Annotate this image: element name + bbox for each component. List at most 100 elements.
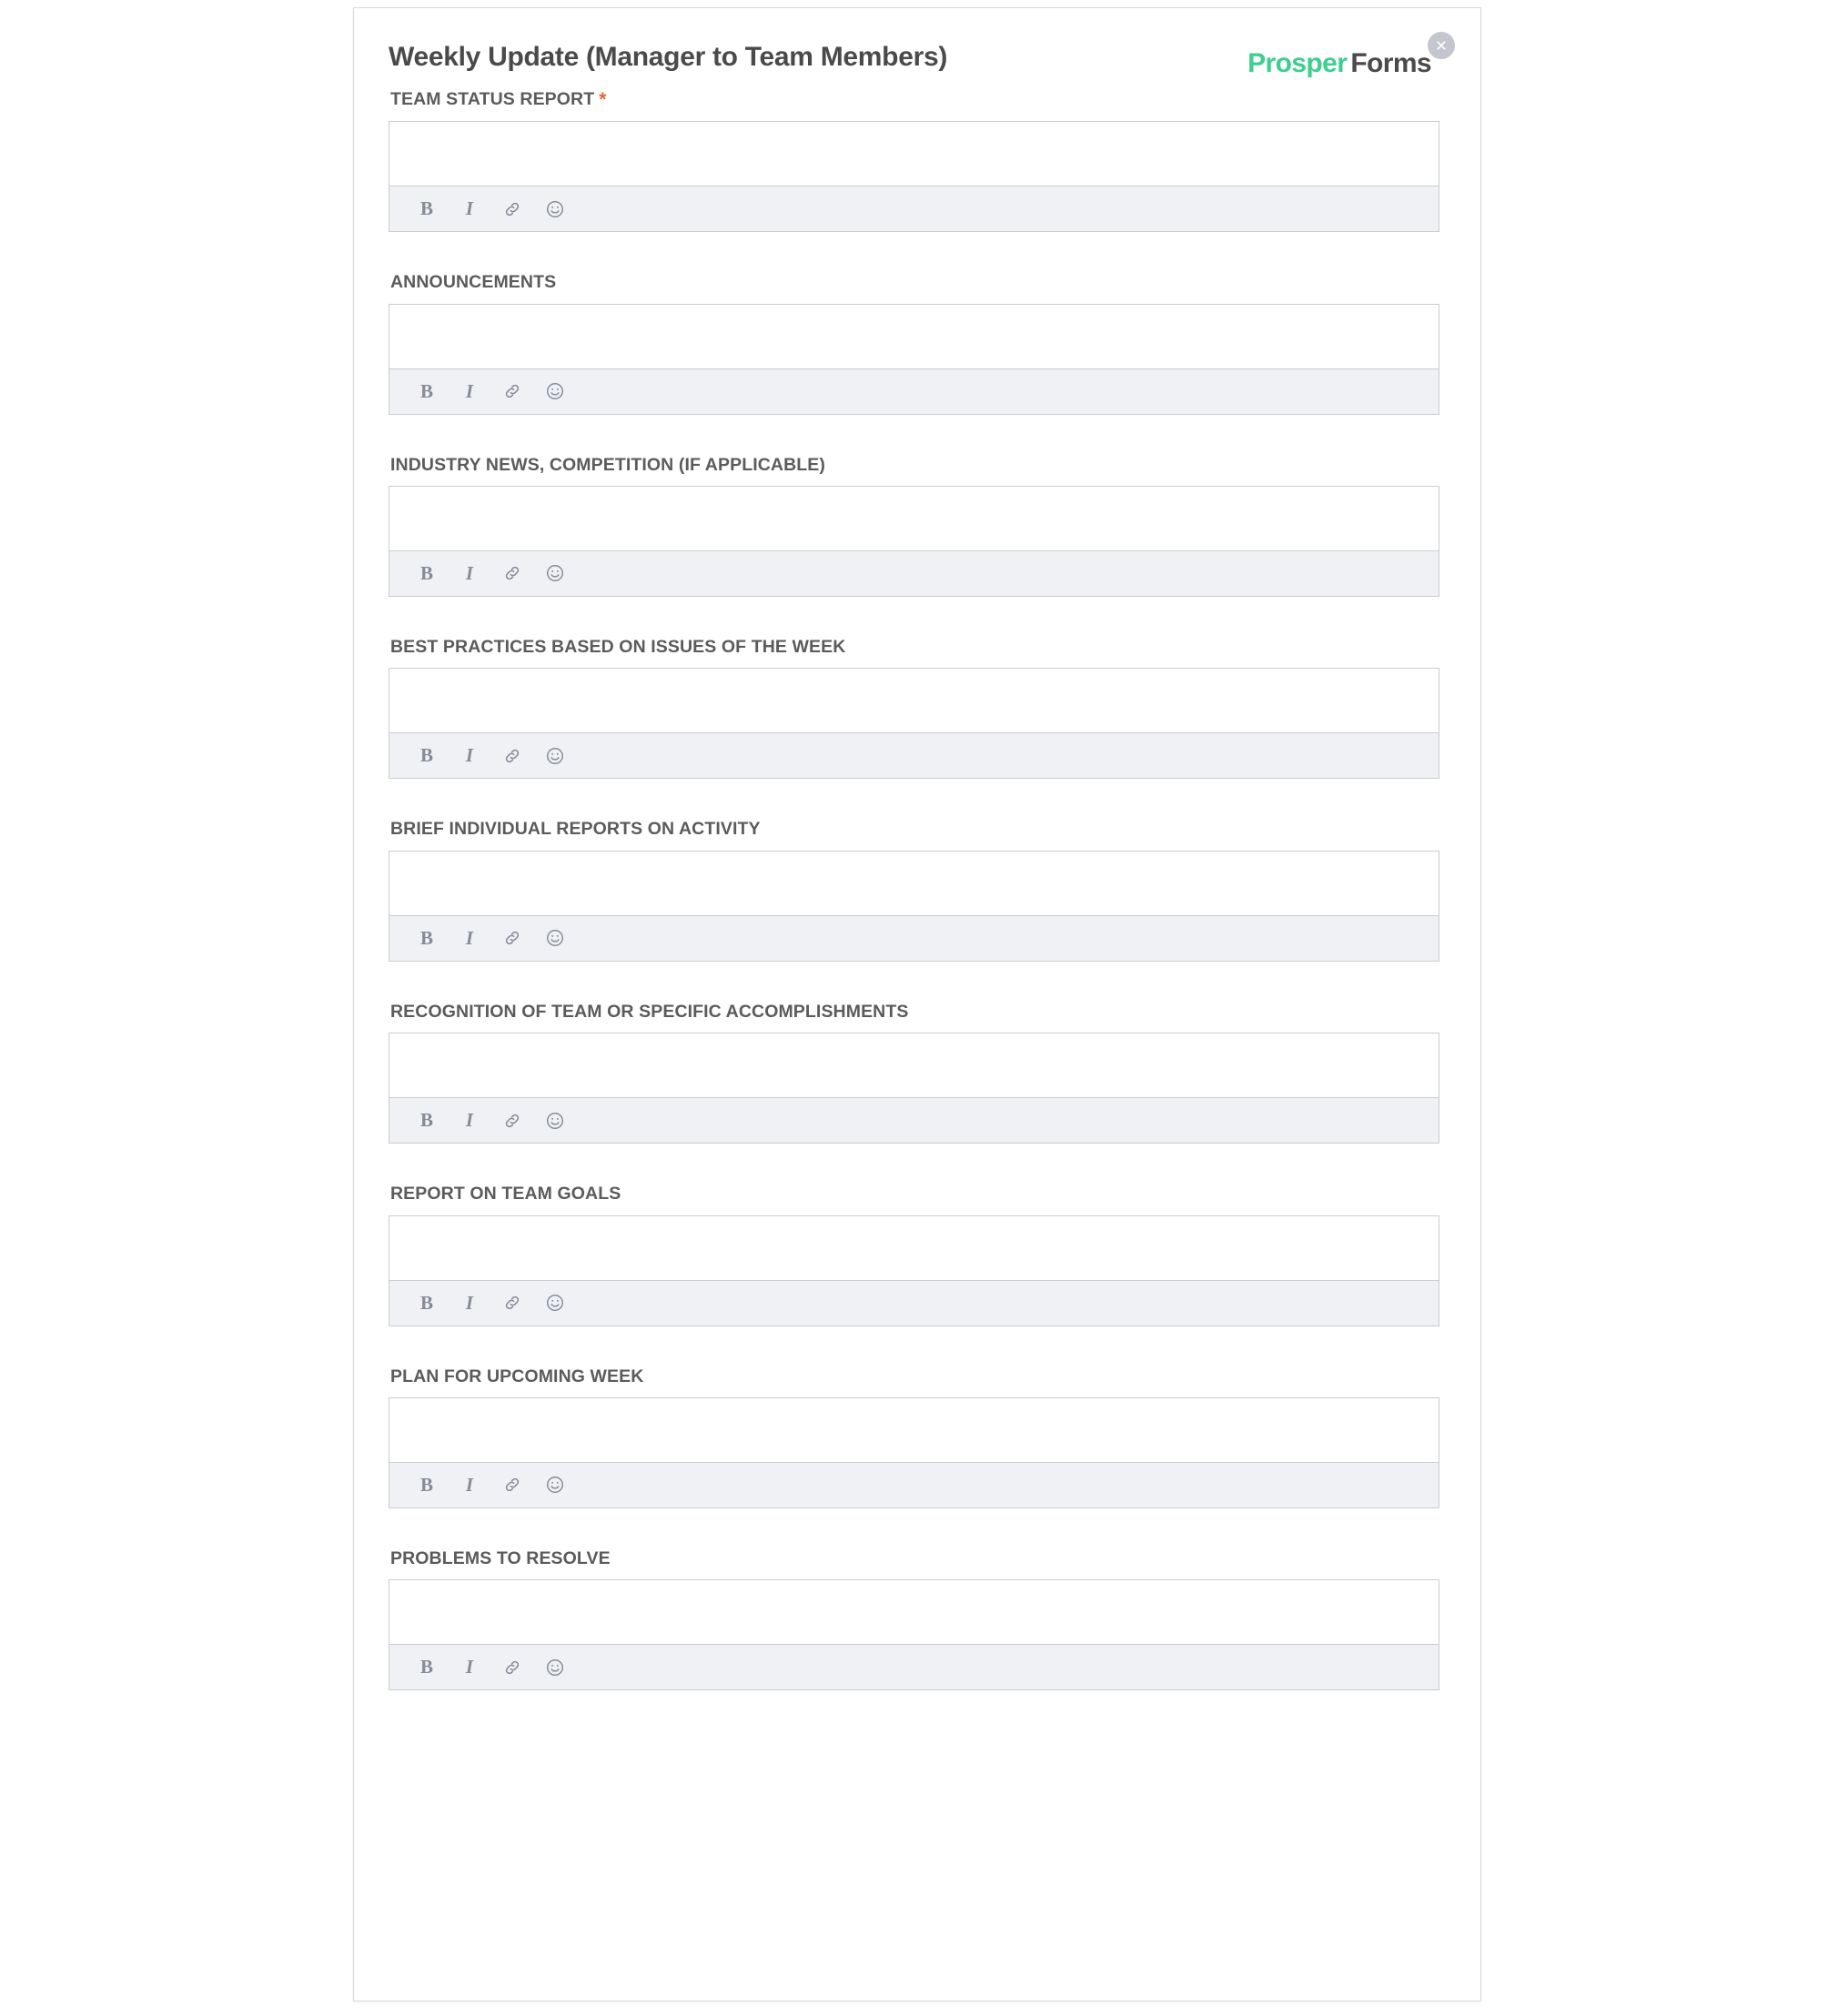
field-label: PROBLEMS TO RESOLVE [390, 1548, 1451, 1569]
editor-toolbar: B I [389, 186, 1439, 232]
field-label: PLAN FOR UPCOMING WEEK [390, 1366, 1451, 1387]
field-block: INDUSTRY NEWS, COMPETITION (IF APPLICABL… [389, 455, 1451, 597]
italic-button[interactable]: I [458, 379, 481, 403]
field-label-text: BEST PRACTICES BASED ON ISSUES OF THE WE… [390, 636, 846, 657]
page-root: Weekly Update (Manager to Team Members) … [0, 0, 1828, 2016]
field-block: RECOGNITION OF TEAM OR SPECIFIC ACCOMPLI… [389, 1002, 1451, 1144]
field-label-text: PROBLEMS TO RESOLVE [390, 1547, 611, 1568]
link-button[interactable] [500, 1473, 524, 1497]
editor-input[interactable] [389, 1215, 1439, 1280]
bold-button[interactable]: B [415, 1109, 439, 1133]
emoji-button[interactable] [543, 1473, 567, 1497]
field-block: PLAN FOR UPCOMING WEEK B I [389, 1366, 1451, 1508]
emoji-button[interactable] [543, 926, 567, 950]
fields-container: TEAM STATUS REPORT * B I ANNOUNCEMENTS B… [389, 88, 1451, 1691]
field-label-text: ANNOUNCEMENTS [390, 272, 557, 293]
italic-button[interactable]: I [458, 1656, 481, 1679]
field-label: REPORT ON TEAM GOALS [390, 1184, 1451, 1205]
editor-toolbar: B I [389, 549, 1439, 596]
italic-button[interactable]: I [458, 1473, 481, 1497]
logo-forms-text: Forms [1350, 48, 1431, 78]
rich-text-editor: B I [389, 485, 1439, 597]
emoji-icon [547, 1295, 563, 1312]
emoji-button[interactable] [543, 197, 567, 221]
emoji-icon [547, 930, 563, 947]
field-block: BEST PRACTICES BASED ON ISSUES OF THE WE… [389, 636, 1451, 780]
rich-text-editor: B I [389, 121, 1439, 233]
bold-button[interactable]: B [415, 379, 439, 403]
italic-button[interactable]: I [458, 1109, 481, 1133]
emoji-icon [547, 383, 563, 400]
close-icon [1437, 41, 1446, 50]
editor-toolbar: B I [389, 368, 1439, 414]
link-button[interactable] [500, 197, 524, 221]
field-label: RECOGNITION OF TEAM OR SPECIFIC ACCOMPLI… [390, 1002, 1451, 1023]
editor-input[interactable] [389, 486, 1439, 550]
field-label: BRIEF INDIVIDUAL REPORTS ON ACTIVITY [390, 819, 1451, 840]
emoji-icon [547, 200, 563, 217]
bold-button[interactable]: B [415, 926, 439, 950]
editor-toolbar: B I [389, 732, 1439, 779]
emoji-icon [547, 1477, 563, 1494]
emoji-icon [547, 747, 563, 764]
emoji-icon [547, 565, 563, 582]
link-icon [505, 932, 520, 945]
link-icon [505, 1114, 520, 1127]
editor-toolbar: B I [389, 1461, 1439, 1507]
emoji-button[interactable] [543, 1109, 567, 1133]
field-block: BRIEF INDIVIDUAL REPORTS ON ACTIVITY B I [389, 819, 1451, 962]
emoji-button[interactable] [543, 1656, 567, 1679]
rich-text-editor: B I [389, 1579, 1439, 1691]
italic-button[interactable]: I [458, 1291, 481, 1315]
emoji-button[interactable] [543, 561, 567, 585]
bold-button[interactable]: B [415, 744, 439, 768]
field-block: PROBLEMS TO RESOLVE B I [389, 1548, 1451, 1691]
rich-text-editor: B I [389, 303, 1439, 415]
editor-input[interactable] [389, 1397, 1439, 1462]
editor-toolbar: B I [389, 914, 1439, 961]
field-label-text: BRIEF INDIVIDUAL REPORTS ON ACTIVITY [390, 819, 761, 840]
editor-input[interactable] [389, 1033, 1439, 1098]
close-button[interactable] [1428, 32, 1455, 59]
link-button[interactable] [500, 379, 524, 403]
bold-button[interactable]: B [415, 197, 439, 221]
emoji-button[interactable] [543, 379, 567, 403]
emoji-icon [547, 1658, 563, 1676]
bold-button[interactable]: B [415, 1291, 439, 1315]
rich-text-editor: B I [389, 850, 1439, 962]
logo-prosper-text: Prosper [1247, 48, 1348, 78]
bold-button[interactable]: B [415, 1656, 439, 1679]
italic-button[interactable]: I [458, 197, 481, 221]
italic-button[interactable]: I [458, 561, 481, 585]
link-button[interactable] [500, 744, 524, 768]
editor-toolbar: B I [389, 1279, 1439, 1326]
rich-text-editor: B I [389, 1215, 1439, 1326]
bold-button[interactable]: B [415, 561, 439, 585]
italic-button[interactable]: I [458, 744, 481, 768]
link-button[interactable] [500, 926, 524, 950]
link-button[interactable] [500, 1109, 524, 1133]
link-icon [505, 202, 520, 216]
rich-text-editor: B I [389, 1033, 1439, 1144]
link-icon [505, 1660, 520, 1674]
form-header: Weekly Update (Manager to Team Members) … [389, 32, 1455, 110]
link-button[interactable] [500, 1291, 524, 1315]
field-block: ANNOUNCEMENTS B I [389, 272, 1451, 415]
editor-input[interactable] [389, 122, 1439, 186]
field-label-text: RECOGNITION OF TEAM OR SPECIFIC ACCOMPLI… [390, 1001, 909, 1022]
editor-input[interactable] [389, 669, 1439, 733]
rich-text-editor: B I [389, 1396, 1439, 1508]
bold-button[interactable]: B [415, 1473, 439, 1497]
emoji-button[interactable] [543, 744, 567, 768]
editor-input[interactable] [389, 851, 1439, 915]
link-button[interactable] [500, 1656, 524, 1679]
link-button[interactable] [500, 561, 524, 585]
form-card: Weekly Update (Manager to Team Members) … [353, 7, 1481, 2001]
link-icon [505, 749, 520, 762]
editor-input[interactable] [389, 304, 1439, 368]
field-label-text: PLAN FOR UPCOMING WEEK [390, 1366, 644, 1386]
italic-button[interactable]: I [458, 926, 481, 950]
field-label: ANNOUNCEMENTS [390, 272, 1451, 293]
emoji-button[interactable] [543, 1291, 567, 1315]
editor-input[interactable] [389, 1580, 1439, 1645]
